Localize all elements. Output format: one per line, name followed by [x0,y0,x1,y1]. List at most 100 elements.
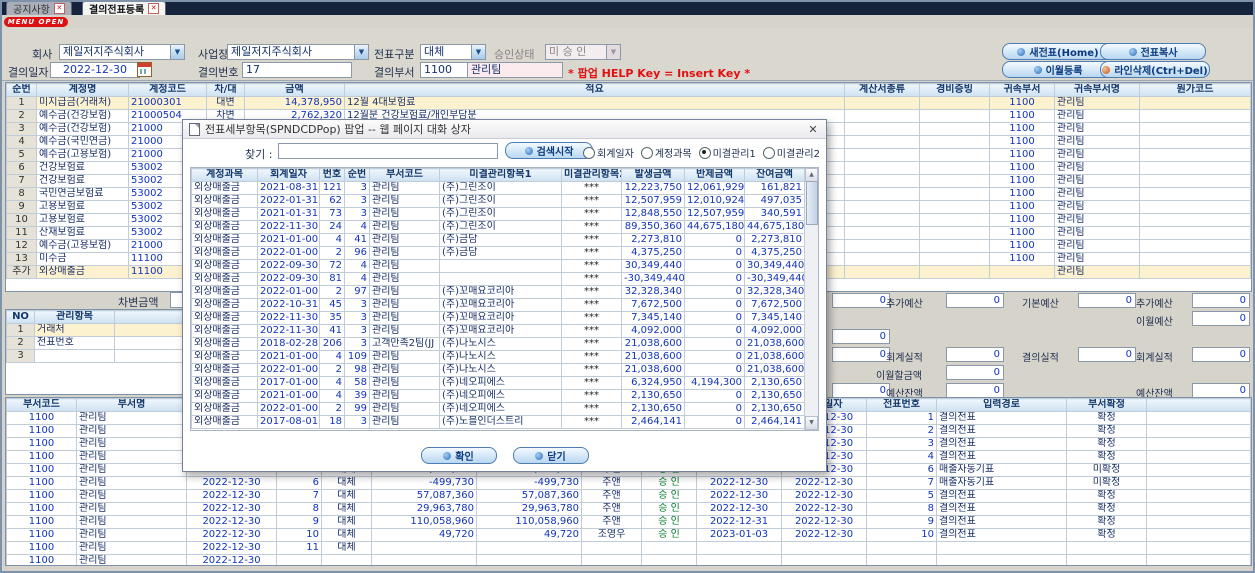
popup-scrollbar[interactable]: ▲ ▼ [804,168,818,430]
tab-close-icon[interactable]: ✕ [148,3,160,14]
column-header[interactable]: 발생금액 [621,168,685,182]
budget-field-value[interactable]: 0 [1192,293,1250,308]
budget-field-value[interactable]: 0 [1192,311,1250,326]
column-header[interactable]: 순번 [6,83,37,97]
table-row[interactable]: 1100 관리팀 2022-12-30 9 대체 110,058,960 110,058,9… [6,515,1251,529]
table-row[interactable]: 외상매출금 2022-01-00 2 98 관리팀 (주)나노시스 *** 21,038,60… [191,363,805,377]
column-header[interactable]: 미결관리항목1 [439,168,562,182]
approval-status-select[interactable]: 미 승 인 ▼ [545,44,621,60]
chevron-down-icon[interactable]: ▼ [354,45,368,59]
table-row[interactable]: 1100 관리팀 2022-12-30 8 대체 29,963,780 29,963,780… [6,502,1251,516]
column-header[interactable]: 전표번호 [866,398,937,412]
column-header[interactable]: 부서명 [76,398,187,412]
radio-option[interactable]: 미결관리2 [762,145,820,160]
chevron-down-icon[interactable]: ▼ [170,45,184,59]
column-header[interactable]: 부서코드 [6,398,77,412]
table-row[interactable]: 1100 관리팀 2022-12-30 6 대체 -499,730 -499,730 주앤 승 … [6,476,1251,490]
column-header[interactable]: 경비증빙 [919,83,990,97]
budget-field-value[interactable]: 0 [1078,347,1136,362]
column-header[interactable]: 원가코드 [1139,83,1251,97]
scroll-down-icon[interactable]: ▼ [805,416,818,430]
table-row[interactable]: 외상매출금 2022-01-31 62 3 관리팀 (주)그린조이 *** 12,507,95… [191,194,805,208]
table-row[interactable]: 1 미지급금(거래처) 21000301 대변 14,378,950 12월 4대보험료 1… [6,96,1251,110]
column-header[interactable]: 계정과목 [191,168,258,182]
budget-field-value[interactable]: 0 [946,347,1004,362]
column-header[interactable]: 계산서종류 [844,83,920,97]
table-row[interactable]: 외상매출금 2017-08-01 18 3 관리팀 (주)노블인더스트리 *** 2,464,… [191,415,805,429]
column-header[interactable]: 적요 [344,83,845,97]
new-slip-button[interactable]: 새전표(Home) [1002,43,1114,60]
scrollbar-thumb[interactable] [806,181,818,225]
table-row[interactable]: 외상매출금 2021-01-31 73 3 관리팀 (주)그린조이 *** 12,848,55… [191,207,805,221]
radio-option[interactable]: 회계일자 [583,145,634,160]
table-row[interactable]: 외상매출금 2018-02-28 206 3 고객만족2팀(JJ (주)나노시스 *** 21… [191,337,805,351]
table-row[interactable]: 외상매출금 2022-11-30 35 3 관리팀 (주)꼬매요코리아 *** 7,345,1… [191,311,805,325]
close-button[interactable]: 닫기 [512,447,589,464]
radio-option[interactable]: 미결관리1 [698,145,756,160]
table-row[interactable]: 1100 관리팀 2022-12-30 10 대체 49,720 49,720 조영우 승 인2… [6,528,1251,542]
column-header[interactable]: 잔여금액 [744,168,805,182]
column-header[interactable]: 차/대 [206,83,245,97]
tab-notice[interactable]: 공지사항 ✕ [6,1,72,16]
budget-field-value[interactable]: 0 [946,365,1004,380]
column-header[interactable]: 반제금액 [684,168,745,182]
table-row[interactable]: 외상매출금 2022-01-00 2 97 관리팀 (주)꼬매요코리아 *** 32,328,… [191,285,805,299]
delete-line-button[interactable]: 라인삭제(Ctrl+Del) [1100,61,1210,78]
budget-field-value[interactable]: 0 [832,293,890,308]
table-row[interactable]: 1100 관리팀 2022-12-30 7 대체 57,087,360 57,087,360… [6,489,1251,503]
table-row[interactable]: 외상매출금 2022-11-30 24 4 관리팀 (주)그린조이 *** 89,350,36… [191,220,805,234]
budget-field-value[interactable]: 0 [832,329,890,344]
table-row[interactable]: 외상매출금 2017-01-00 4 58 관리팀 (주)네오피에스 *** 6,324,95… [191,376,805,390]
chevron-down-icon[interactable]: ▼ [471,45,485,59]
column-header[interactable]: 회계일자 [257,168,320,182]
table-row[interactable]: 외상매출금 2022-01-00 2 96 관리팀 (주)금담 *** 4,375,250 0 4… [191,246,805,260]
column-header[interactable]: 금액 [244,83,345,97]
popup-title-bar[interactable]: 전표세부항목(SPNDCDPop) 팝업 -- 웹 페이지 대화 상자 ✕ [183,120,826,139]
close-icon[interactable]: ✕ [806,123,820,136]
column-header[interactable]: 귀속부서명 [1054,83,1140,97]
budget-field-value[interactable]: 0 [1192,347,1250,362]
tab-close-icon[interactable]: ✕ [53,3,65,14]
confirm-button[interactable]: 확인 [420,447,497,464]
calendar-icon[interactable] [137,62,152,77]
scroll-up-icon[interactable]: ▲ [805,168,818,182]
radio-option[interactable]: 계정과목 [640,145,692,160]
column-header[interactable]: 번호 [319,168,345,182]
search-button[interactable]: 검색시작 [505,142,593,159]
copy-slip-button[interactable]: 전표복사 [1100,43,1206,60]
table-row[interactable]: 외상매출금 2022-01-00 2 99 관리팀 (주)네오피에스 *** 2,130,65… [191,402,805,416]
table-row[interactable]: 외상매출금 2021-01-00 4 39 관리팀 (주)네오피에스 *** 2,130,65… [191,389,805,403]
slip-date-field[interactable]: 2022-12-30 [50,62,140,78]
table-row[interactable]: 외상매출금 2022-09-30 81 4 관리팀 *** -30,349,440 0 -30,… [191,272,805,286]
column-header[interactable]: 부서코드 [369,168,440,182]
company-select[interactable]: 제일저지주식회사 ▼ [59,44,185,60]
table-row[interactable]: 외상매출금 2022-09-30 72 4 관리팀 *** 30,349,440 0 30,34… [191,259,805,273]
budget-field-value[interactable]: 0 [832,383,890,398]
column-header[interactable] [1146,398,1251,412]
carryover-register-button[interactable]: 이월등록 [1002,61,1114,78]
budget-field-value[interactable]: 0 [832,347,890,362]
slip-dept-code-field[interactable]: 1100 [420,62,472,78]
column-header[interactable]: 부서확정 [1066,398,1147,412]
budget-field-value[interactable]: 0 [946,383,1004,398]
table-row[interactable]: 외상매출금 2022-10-31 45 3 관리팀 (주)꼬매요코리아 *** 7,672,5… [191,298,805,312]
column-header[interactable]: 입력경로 [936,398,1067,412]
slip-type-select[interactable]: 대체 ▼ [420,44,486,60]
budget-field-value[interactable]: 0 [1192,383,1250,398]
menu-open-button[interactable]: MENU OPEN [4,17,68,27]
column-header[interactable]: 계정명 [36,83,129,97]
table-row[interactable]: 외상매출금 2021-08-31 121 3 관리팀 (주)그린조이 *** 12,223,7… [191,181,805,195]
column-header[interactable]: 관리항목 [34,310,115,324]
column-header[interactable]: NO [6,310,35,324]
table-row[interactable]: 1100 관리팀 2022-12-30 [6,554,1251,565]
slip-number-field[interactable]: 17 [242,62,352,78]
search-input[interactable] [278,143,498,159]
column-header[interactable]: 미결관리항목2 [561,168,622,182]
tab-slip-register[interactable]: 결의전표등록 ✕ [82,1,167,16]
column-header[interactable]: 계정코드 [128,83,207,97]
column-header[interactable]: 순번 [344,168,370,182]
site-select[interactable]: 제일저지주식회사 ▼ [227,44,369,60]
table-row[interactable]: 외상매출금 2021-01-00 4 41 관리팀 (주)금담 *** 2,273,810 0 2… [191,233,805,247]
table-row[interactable]: 1100 관리팀 2022-12-30 11 대체 [6,541,1251,555]
column-header[interactable]: 귀속부서 [989,83,1055,97]
